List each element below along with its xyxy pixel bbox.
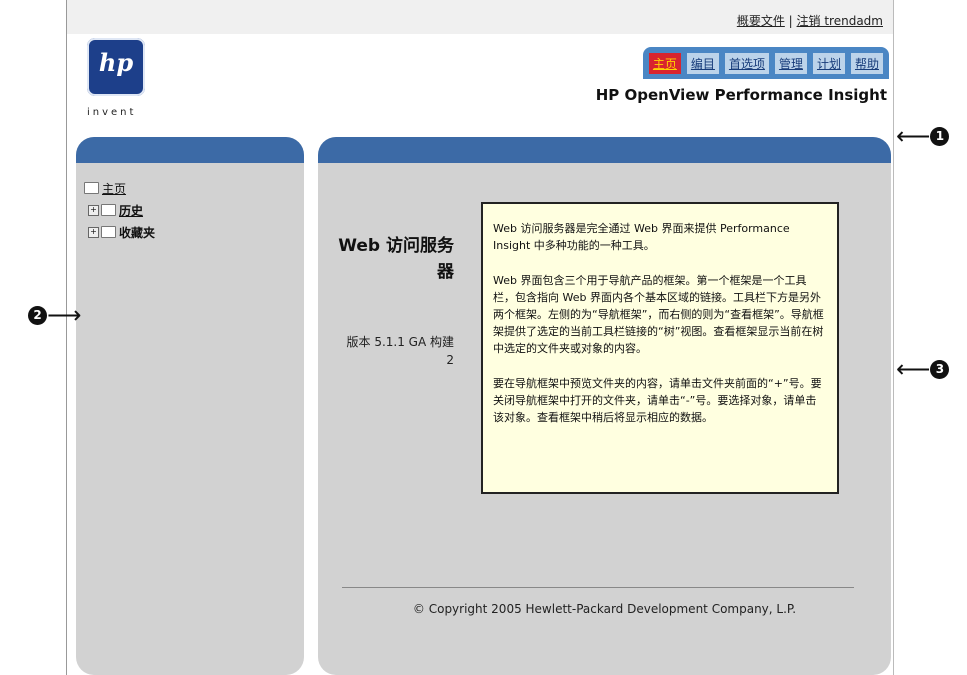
- info-paragraph-3: 要在导航框架中预览文件夹的内容，请单击文件夹前面的“+”号。要关闭导航框架中打开…: [493, 377, 822, 424]
- view-frame-bar: [318, 137, 891, 163]
- top-links: 概要文件 | 注销 trendadm: [737, 12, 883, 29]
- version-text: 版本 5.1.1 GA 构建 2: [346, 335, 455, 367]
- logo-text: hp: [98, 48, 134, 77]
- tree-item-favorites[interactable]: + 收藏夹: [84, 221, 155, 243]
- navigation-frame: 主页 + 历史 + 收藏夹: [76, 137, 304, 675]
- tab-admin[interactable]: 管理: [774, 52, 807, 74]
- callout-2: 2 ⟶: [28, 301, 82, 329]
- expand-icon[interactable]: +: [88, 204, 99, 216]
- callout-number: 1: [930, 127, 950, 146]
- folder-icon: [101, 204, 116, 216]
- folder-icon: [84, 182, 99, 194]
- logout-link[interactable]: 注销 trendadm: [797, 14, 883, 28]
- tab-help[interactable]: 帮助: [850, 52, 883, 74]
- logo-tagline: invent: [87, 107, 137, 118]
- link-separator: |: [788, 14, 793, 28]
- callout-number: 3: [930, 360, 950, 379]
- view-frame: Web 访问服务器 版本 5.1.1 GA 构建 2 Web 访问服务器是完全通…: [318, 137, 891, 675]
- callout-1: ⟵ 1: [896, 122, 950, 150]
- header: hp invent 概要文件 | 注销 trendadm 主页 编目 首选项 管…: [67, 0, 893, 120]
- toolbar: 主页 编目 首选项 管理 计划 帮助: [642, 47, 889, 79]
- navigation-tree: 主页 + 历史 + 收藏夹: [84, 177, 155, 243]
- expand-icon[interactable]: +: [88, 226, 99, 238]
- navigation-frame-bar: [76, 137, 304, 163]
- browser-screen: hp invent 概要文件 | 注销 trendadm 主页 编目 首选项 管…: [66, 0, 894, 675]
- tree-item-label[interactable]: 历史: [119, 202, 143, 219]
- callout-3: ⟵ 3: [896, 355, 950, 383]
- tab-catalog[interactable]: 编目: [686, 52, 719, 74]
- left-arrow-icon: ⟵: [896, 355, 931, 383]
- tree-item-label[interactable]: 收藏夹: [119, 224, 155, 241]
- callout-number: 2: [28, 306, 47, 325]
- info-paragraph-1: Web 访问服务器是完全通过 Web 界面来提供 Performance Ins…: [493, 222, 790, 252]
- divider: [342, 587, 854, 588]
- tree-root[interactable]: 主页: [84, 177, 155, 199]
- left-arrow-icon: ⟵: [896, 122, 931, 150]
- profile-link[interactable]: 概要文件: [737, 14, 785, 28]
- right-arrow-icon: ⟶: [47, 301, 82, 329]
- tab-home[interactable]: 主页: [648, 52, 681, 74]
- page-title: Web 访问服务器: [338, 236, 454, 282]
- product-name: HP OpenView Performance Insight: [595, 86, 887, 104]
- hp-logo: hp: [87, 38, 145, 96]
- tab-preferences[interactable]: 首选项: [724, 52, 769, 74]
- info-box: Web 访问服务器是完全通过 Web 界面来提供 Performance Ins…: [481, 202, 839, 494]
- tree-item-history[interactable]: + 历史: [84, 199, 155, 221]
- tree-root-label[interactable]: 主页: [102, 180, 126, 197]
- folder-icon: [101, 226, 116, 238]
- copyright: © Copyright 2005 Hewlett-Packard Develop…: [412, 602, 797, 616]
- info-paragraph-2: Web 界面包含三个用于导航产品的框架。第一个框架是一个工具栏，包含指向 Web…: [493, 274, 824, 355]
- tab-schedule[interactable]: 计划: [812, 52, 845, 74]
